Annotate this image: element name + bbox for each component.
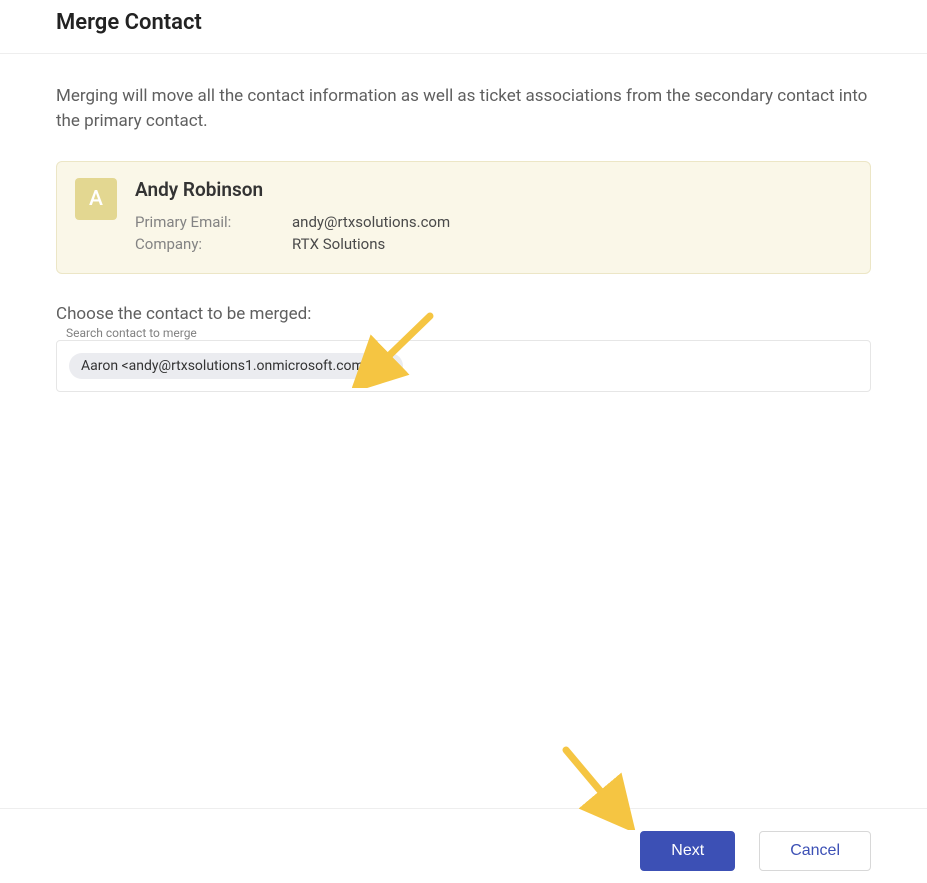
contact-name: Andy Robinson	[135, 178, 852, 201]
search-input[interactable]: Aaron <andy@rtxsolutions1.onmicrosoft.co…	[56, 340, 871, 392]
dialog-content: Merging will move all the contact inform…	[0, 54, 927, 392]
company-value: RTX Solutions	[292, 235, 385, 253]
page-title: Merge Contact	[56, 10, 871, 35]
email-label: Primary Email:	[135, 213, 292, 231]
chip-text: Aaron <andy@rtxsolutions1.onmicrosoft.co…	[81, 358, 371, 374]
dialog-footer: Next Cancel	[0, 808, 927, 883]
close-icon	[384, 362, 392, 370]
dialog-header: Merge Contact	[0, 0, 927, 54]
contact-email-row: Primary Email: andy@rtxsolutions.com	[135, 213, 852, 231]
contact-company-row: Company: RTX Solutions	[135, 235, 852, 253]
selected-contact-chip: Aaron <andy@rtxsolutions1.onmicrosoft.co…	[69, 353, 403, 379]
primary-contact-card: A Andy Robinson Primary Email: andy@rtxs…	[56, 161, 871, 274]
cancel-button[interactable]: Cancel	[759, 831, 871, 871]
company-label: Company:	[135, 235, 292, 253]
contact-info: Andy Robinson Primary Email: andy@rtxsol…	[135, 178, 852, 257]
merge-description: Merging will move all the contact inform…	[56, 84, 871, 133]
next-button[interactable]: Next	[640, 831, 735, 871]
email-value: andy@rtxsolutions.com	[292, 213, 450, 231]
remove-chip-button[interactable]	[379, 357, 397, 375]
choose-contact-label: Choose the contact to be merged:	[56, 304, 871, 324]
search-sublabel: Search contact to merge	[66, 326, 871, 340]
avatar: A	[75, 178, 117, 220]
